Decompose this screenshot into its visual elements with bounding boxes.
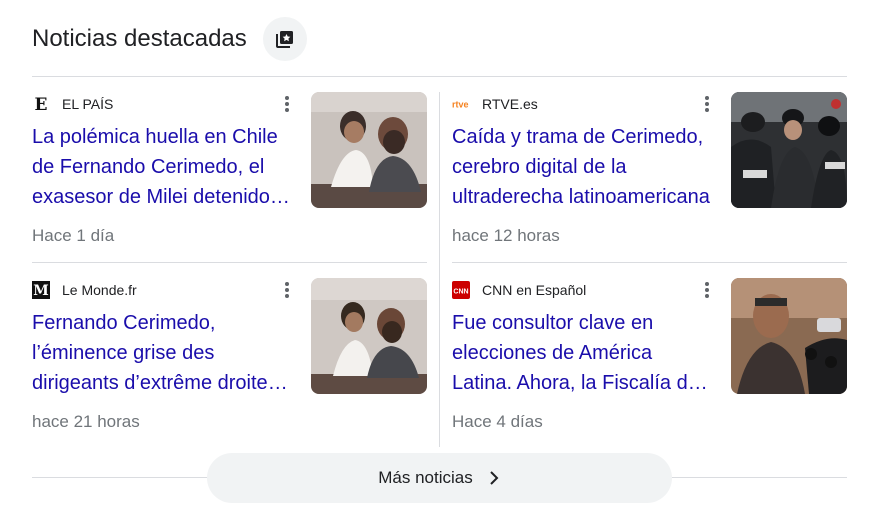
more-news-label: Más noticias	[378, 468, 473, 487]
news-time: Hace 4 días	[452, 412, 543, 431]
row-divider-left	[32, 262, 427, 263]
news-thumbnail[interactable]	[731, 278, 847, 394]
svg-text:CNN: CNN	[453, 289, 468, 296]
news-source: rtve RTVE.es	[452, 94, 538, 114]
more-options-icon[interactable]	[697, 280, 717, 300]
news-time: hace 21 horas	[32, 412, 140, 431]
news-headline[interactable]: La polémica huella en Chile de Fernando …	[32, 122, 297, 212]
el-pais-logo: E	[32, 95, 50, 113]
photo-two-men-behind-glass	[311, 278, 427, 394]
photo-man-with-microphones	[731, 278, 847, 394]
section-title: Noticias destacadas	[32, 25, 247, 52]
source-name: EL PAÍS	[62, 96, 114, 112]
saved-stories-icon	[275, 31, 293, 48]
news-headline[interactable]: Fue consultor clave en elecciones de Amé…	[452, 308, 717, 398]
source-name: CNN en Español	[482, 282, 587, 298]
saved-stories-button[interactable]	[262, 17, 307, 61]
le-monde-logo: M	[32, 281, 50, 299]
news-thumbnail[interactable]	[731, 92, 847, 208]
news-card[interactable]: M Le Monde.fr Fernando Cerimedo, l’émine…	[32, 278, 427, 438]
more-options-icon[interactable]	[277, 280, 297, 300]
source-name: RTVE.es	[482, 96, 538, 112]
rtve-logo: rtve	[452, 95, 470, 113]
news-source: E EL PAÍS	[32, 94, 113, 114]
column-divider	[439, 92, 440, 447]
news-time: hace 12 horas	[452, 226, 560, 245]
news-time: Hace 1 día	[32, 226, 115, 245]
news-thumbnail[interactable]	[311, 278, 427, 394]
more-options-icon[interactable]	[697, 94, 717, 114]
news-source: CNN CNN en Español	[452, 280, 586, 300]
news-card[interactable]: CNN CNN en Español Fue consultor clave e…	[452, 278, 847, 438]
more-options-icon[interactable]	[277, 94, 297, 114]
news-source: M Le Monde.fr	[32, 280, 137, 300]
photo-police-escort	[731, 92, 847, 208]
news-headline[interactable]: Caída y trama de Cerimedo, cerebro digit…	[452, 122, 717, 212]
section-header: Noticias destacadas	[32, 16, 307, 62]
source-name: Le Monde.fr	[62, 282, 137, 298]
photo-two-men-behind-glass	[311, 92, 427, 208]
news-card[interactable]: E EL PAÍS La polémica huella en Chile de…	[32, 92, 427, 252]
chevron-right-icon	[487, 471, 501, 485]
news-card[interactable]: rtve RTVE.es Caída y trama de Cerimedo, …	[452, 92, 847, 252]
news-thumbnail[interactable]	[311, 92, 427, 208]
top-divider	[32, 76, 847, 77]
svg-text:rtve: rtve	[452, 100, 469, 110]
more-news-button[interactable]: Más noticias	[207, 453, 672, 503]
cnn-logo: CNN	[452, 281, 470, 299]
news-headline[interactable]: Fernando Cerimedo, l’éminence grise des …	[32, 308, 297, 398]
row-divider-right	[452, 262, 847, 263]
svg-text:E: E	[35, 95, 48, 113]
svg-text:M: M	[33, 283, 49, 299]
